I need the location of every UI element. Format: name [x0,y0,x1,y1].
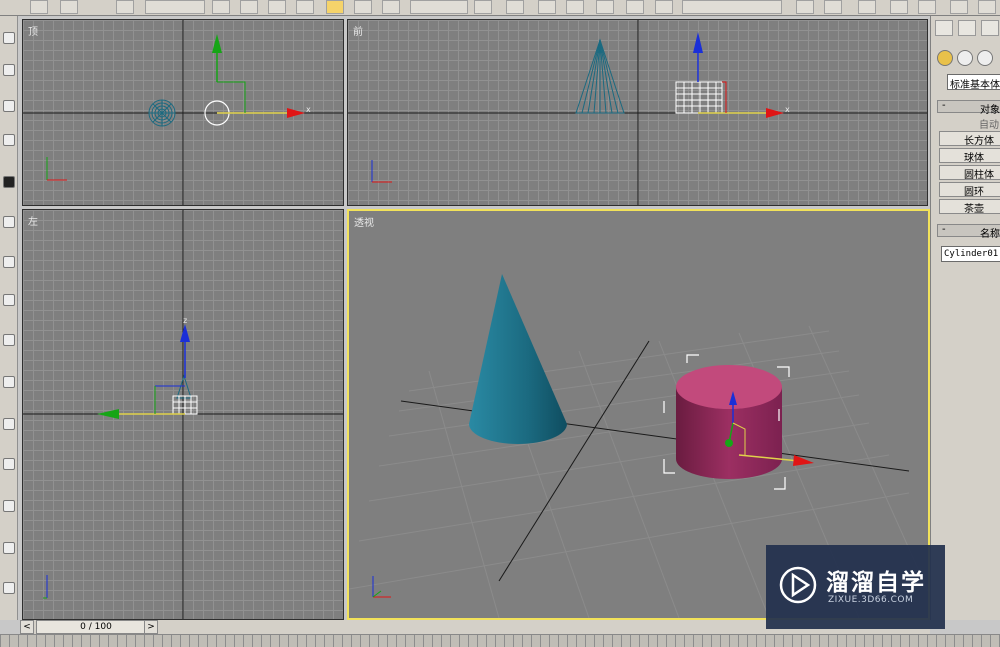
angle-snap-icon[interactable] [566,0,584,14]
modify-tab-icon[interactable] [958,20,976,36]
track-bar[interactable] [0,634,1000,647]
gizmo-x-label: x [306,105,311,114]
strip-tool-icon[interactable] [3,216,15,228]
strip-tool-icon[interactable] [3,256,15,268]
object-name-field[interactable]: Cylinder01 [941,246,1000,262]
rollout-collapse[interactable]: - [942,224,946,235]
viewport-front[interactable]: 前 x [347,19,928,206]
move-gizmo [693,32,784,118]
strip-tool-icon[interactable] [3,100,15,112]
selection-filter-dropdown[interactable] [145,0,205,14]
watermark-badge: 溜溜自学 ZIXUE.3D66.COM [766,545,945,629]
rollout-title: 对象 [980,105,1000,116]
strip-tool-icon[interactable] [3,64,15,76]
axis-tripod [371,160,392,183]
spinner-snap-icon[interactable] [626,0,644,14]
viewport-front-canvas: x [348,20,927,205]
strip-tool-icon[interactable] [3,458,15,470]
box-button[interactable]: 长方体 [939,131,1000,147]
primitive-type-dropdown[interactable]: 标准基本体 [947,74,1000,90]
play-logo-icon [779,566,817,604]
viewport-left[interactable]: 左 z [22,209,344,620]
reference-coord-dropdown[interactable] [410,0,468,14]
select-and-scale-icon[interactable] [382,0,400,14]
select-and-rotate-icon[interactable] [354,0,372,14]
move-gizmo [97,324,190,419]
watermark-title: 溜溜自学 [826,570,926,596]
cylinder-object [172,395,198,415]
curve-editor-icon[interactable] [890,0,908,14]
strip-tool-icon[interactable] [3,418,15,430]
viewport-left-canvas: z [23,210,343,619]
layer-manager-icon[interactable] [858,0,876,14]
geometry-icon[interactable] [937,50,953,66]
axis-tripod [43,575,48,599]
render-scene-icon[interactable] [978,0,996,14]
main-toolbar [0,0,1000,16]
watermark-subtitle: ZIXUE.3D66.COM [828,595,914,605]
object-type-rollout[interactable]: - 对象 [937,100,1000,116]
create-tab-icon[interactable] [935,20,953,36]
strip-tool-icon[interactable] [3,294,15,306]
gizmo-z-label: z [183,316,187,325]
teapot-button[interactable]: 茶壶 [939,199,1000,215]
time-prev-button[interactable]: < [20,620,34,634]
rollout-title: 名称 [980,229,1000,240]
command-panel: 标准基本体 - 对象 自动 长方体 球体 圆柱体 圆环 茶壶 - 名称 Cyli… [930,16,1000,620]
material-editor-icon[interactable] [950,0,968,14]
viewport-top-canvas: x [23,20,343,205]
cylinder-object [676,365,782,479]
strip-tool-icon[interactable] [3,582,15,594]
strip-tool-icon[interactable] [3,376,15,388]
autogrid-checkbox[interactable]: 自动 [979,116,999,131]
strip-tool-icon[interactable] [3,134,15,146]
select-object-icon[interactable] [212,0,230,14]
cylinder-button[interactable]: 圆柱体 [939,165,1000,181]
name-color-rollout[interactable]: - 名称 [937,224,1000,240]
shapes-icon[interactable] [957,50,973,66]
max-app-window: 顶 x 前 x 左 z 透视 标准基本体 - 对象 自动 长方体 球体 圆柱体 … [0,0,1000,647]
select-by-name-icon[interactable] [240,0,258,14]
torus-button[interactable]: 圆环 [939,182,1000,198]
link-icon[interactable] [60,0,78,14]
time-next-button[interactable]: > [144,620,158,634]
align-icon[interactable] [824,0,842,14]
strip-tool-icon[interactable] [3,542,15,554]
axis-tripod [46,157,67,181]
cone-object [176,374,192,399]
window-crossing-icon[interactable] [296,0,314,14]
lights-icon[interactable] [977,50,993,66]
named-selection-sets-field[interactable] [682,0,782,14]
strip-tool-icon[interactable] [3,176,15,188]
schematic-view-icon[interactable] [918,0,936,14]
pivot-center-icon[interactable] [474,0,492,14]
select-manipulate-icon[interactable] [506,0,524,14]
snap-toggle-icon[interactable] [538,0,556,14]
strip-tool-icon[interactable] [3,32,15,44]
edit-named-selection-icon[interactable] [655,0,673,14]
viewport-top[interactable]: 顶 x [22,19,344,206]
cylinder-object [675,81,723,114]
axis-tripod [372,576,391,598]
hierarchy-tab-icon[interactable] [981,20,999,36]
cone-object [469,274,567,444]
time-slider-thumb[interactable]: 0 / 100 [36,620,156,634]
bind-spacewarp-icon[interactable] [116,0,134,14]
rectangular-selection-icon[interactable] [268,0,286,14]
percent-snap-icon[interactable] [596,0,614,14]
rollout-collapse[interactable]: - [942,100,946,111]
cone-object [148,99,176,127]
undo-icon[interactable] [30,0,48,14]
strip-tool-icon[interactable] [3,334,15,346]
mirror-icon[interactable] [796,0,814,14]
cone-object [575,38,625,114]
sphere-button[interactable]: 球体 [939,148,1000,164]
gizmo-x-label: x [785,105,790,114]
left-tool-strip [0,16,18,620]
strip-tool-icon[interactable] [3,500,15,512]
select-and-move-icon[interactable] [326,0,344,14]
